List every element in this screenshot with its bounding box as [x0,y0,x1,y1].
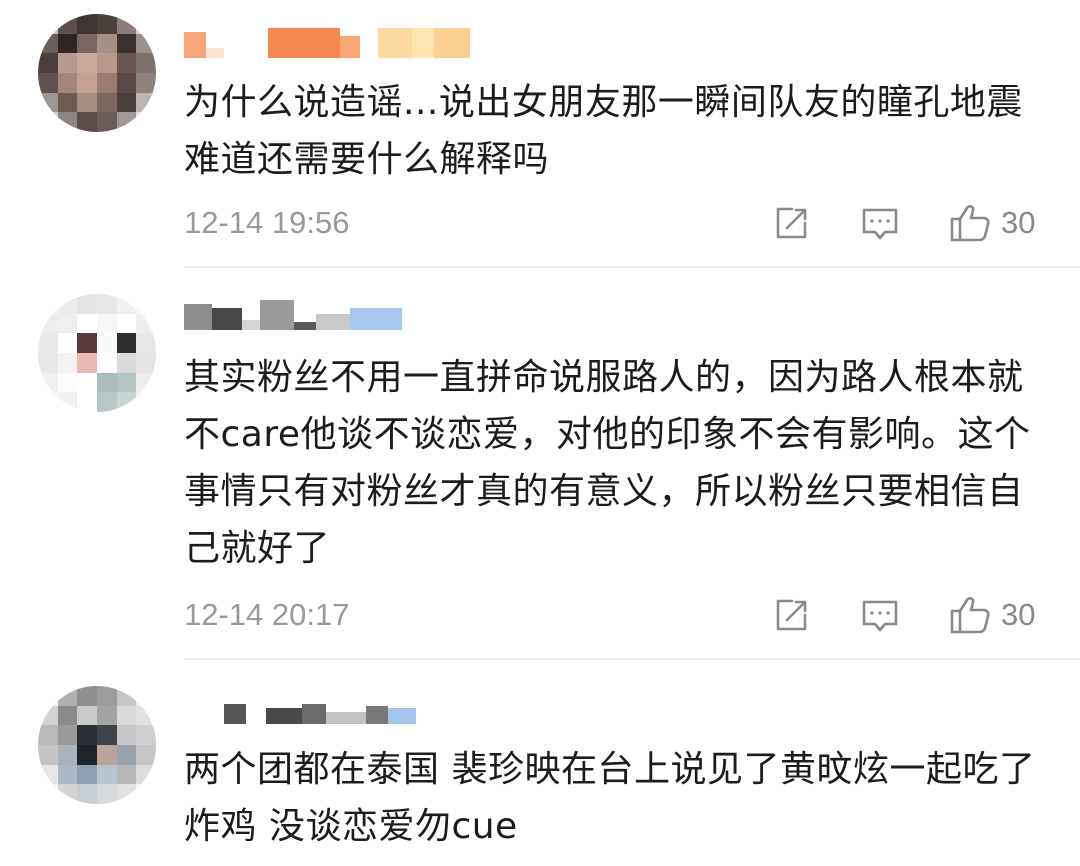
like-button[interactable]: 30 [949,203,1035,243]
comment-text: 为什么说造谣...说出女朋友那一瞬间队友的瞳孔地震难道还需要什么解释吗 [184,82,1023,180]
divider [184,266,1080,268]
reply-button[interactable] [861,595,899,635]
comment-icon [862,600,898,632]
thumbs-up-icon [950,597,990,634]
thumbs-up-icon [950,205,990,242]
username-redacted[interactable] [184,694,416,724]
comment-text: 两个团都在泰国 裴珍映在台上说见了黄旼炫一起吃了炸鸡 没谈恋爱勿cue [184,749,1036,847]
comment-meta: 12-14 20:17 30 [184,595,1054,635]
like-button[interactable]: 30 [949,595,1035,635]
comment-meta: 12-14 19:56 30 [184,203,1054,243]
username-redacted[interactable] [184,28,470,58]
comment-text: 其实粉丝不用一直拼命说服路人的，因为路人根本就不care他谈不谈恋爱，对他的印象… [184,357,1031,569]
share-button[interactable] [772,595,810,635]
username-redacted[interactable] [184,300,402,330]
avatar[interactable] [38,294,156,412]
avatar[interactable] [38,686,156,804]
like-count: 30 [1001,597,1036,632]
avatar[interactable] [38,14,156,132]
share-button[interactable] [772,203,810,243]
comment-icon [862,208,898,240]
share-icon [776,599,807,631]
divider [184,658,1080,660]
share-icon [776,207,807,239]
like-count: 30 [1001,205,1036,240]
reply-button[interactable] [861,203,899,243]
comment-time: 12-14 20:17 [184,597,350,632]
comment-time: 12-14 19:56 [184,205,350,240]
